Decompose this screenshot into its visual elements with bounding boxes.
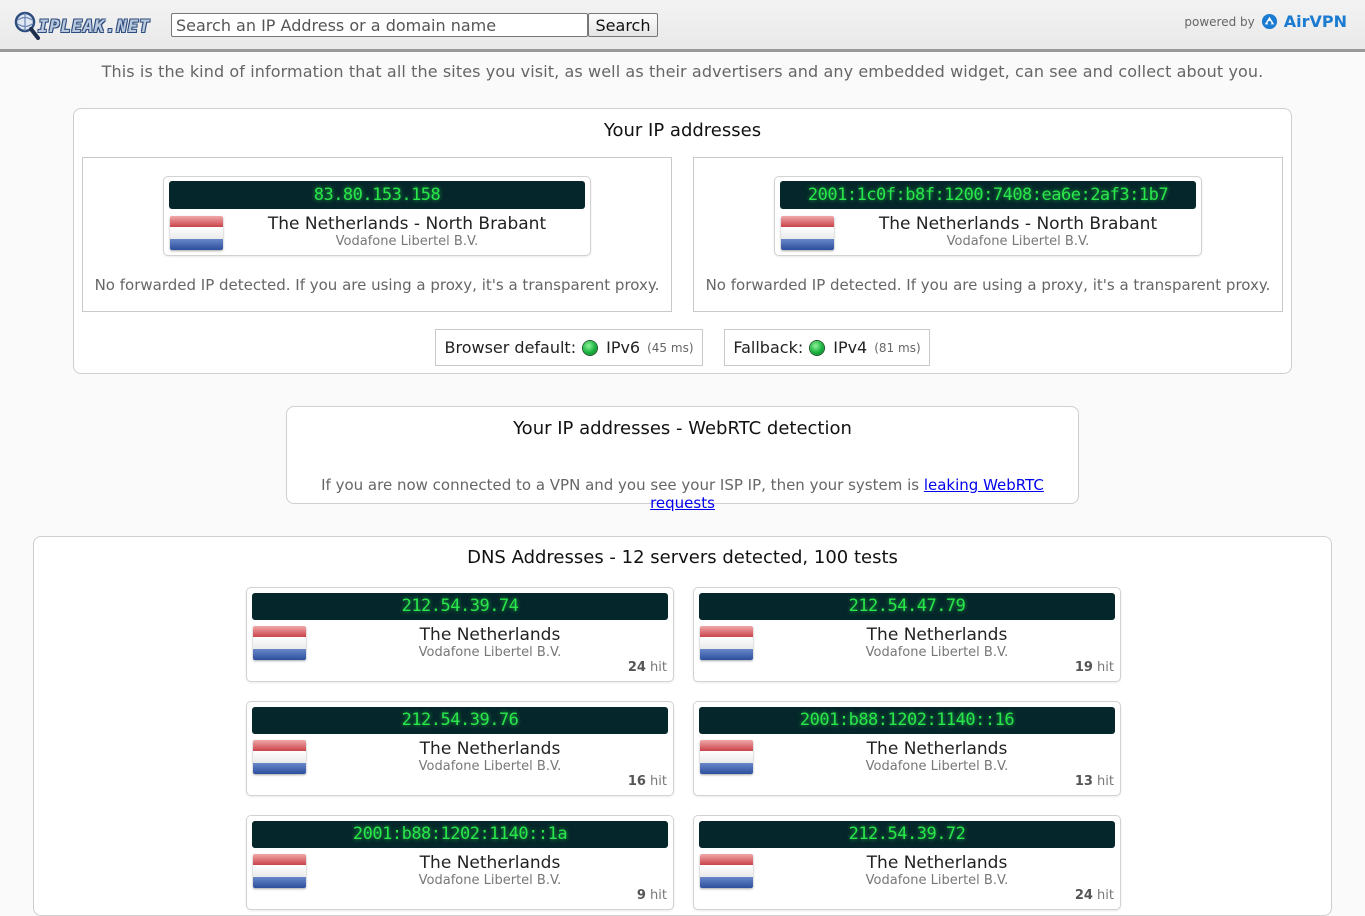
netherlands-flag-icon: [700, 740, 753, 774]
ipleak-logo[interactable]: IPLEAK.NET: [14, 11, 150, 41]
country-label: The Netherlands: [419, 739, 561, 759]
ip-addresses-panel: Your IP addresses 83.80.153.158 The Neth…: [73, 108, 1292, 374]
country-label: The Netherlands: [419, 625, 561, 645]
dns-server-card: 212.54.39.72 The Netherlands Vodafone Li…: [693, 815, 1121, 910]
country-label: The Netherlands: [419, 853, 561, 873]
ip-address[interactable]: 83.80.153.158: [169, 181, 585, 209]
dns-server-card: 212.54.47.79 The Netherlands Vodafone Li…: [693, 587, 1121, 682]
ip-address[interactable]: 2001:b88:1202:1140::16: [699, 707, 1115, 734]
isp-label: Vodafone Libertel B.V.: [335, 234, 479, 249]
hit-count: 16 hit: [628, 774, 667, 789]
isp-label: Vodafone Libertel B.V.: [418, 645, 562, 660]
ip-card: 2001:1c0f:b8f:1200:7408:ea6e:2af3:1b7 Th…: [774, 176, 1202, 256]
netherlands-flag-icon: [170, 216, 223, 250]
isp-label: Vodafone Libertel B.V.: [946, 234, 1090, 249]
ip-address[interactable]: 212.54.39.72: [699, 821, 1115, 848]
country-label: The Netherlands: [866, 625, 1008, 645]
isp-label: Vodafone Libertel B.V.: [865, 645, 1009, 660]
country-label: The Netherlands: [866, 739, 1008, 759]
webrtc-note-text: If you are now connected to a VPN and yo…: [321, 476, 924, 494]
netherlands-flag-icon: [700, 626, 753, 660]
webrtc-note: If you are now connected to a VPN and yo…: [287, 476, 1078, 512]
panel-title: DNS Addresses - 12 servers detected, 100…: [467, 547, 898, 568]
ipv6-box: 2001:1c0f:b8f:1200:7408:ea6e:2af3:1b7 Th…: [693, 157, 1283, 312]
fallback-protocol: IPv4: [833, 338, 868, 357]
powered-by-label: powered by: [1184, 14, 1255, 29]
browser-default-protocol: IPv6: [606, 338, 641, 357]
hit-number: 19: [1074, 660, 1093, 675]
dns-server-card: 2001:b88:1202:1140::1a The Netherlands V…: [246, 815, 674, 910]
ipv4-box: 83.80.153.158 The Netherlands - North Br…: [82, 157, 672, 312]
fallback-latency: (81 ms): [874, 340, 921, 355]
isp-label: Vodafone Libertel B.V.: [418, 759, 562, 774]
hit-number: 9: [636, 888, 646, 903]
hit-suffix: hit: [1097, 660, 1114, 675]
ip-card: 83.80.153.158 The Netherlands - North Br…: [163, 176, 591, 256]
hit-count: 13 hit: [1075, 774, 1114, 789]
country-label: The Netherlands: [866, 853, 1008, 873]
country-label: The Netherlands - North Brabant: [878, 214, 1158, 234]
hit-count: 9 hit: [637, 888, 667, 903]
dns-server-card: 212.54.39.74 The Netherlands Vodafone Li…: [246, 587, 674, 682]
powered-by-airvpn[interactable]: powered by AirVPN: [1184, 12, 1347, 31]
airvpn-name: AirVPN: [1283, 12, 1347, 31]
status-led-icon: [583, 340, 598, 355]
forwarded-note: No forwarded IP detected. If you are usi…: [705, 276, 1271, 294]
hit-number: 13: [1074, 774, 1093, 789]
airvpn-logo-icon: [1261, 13, 1277, 30]
isp-label: Vodafone Libertel B.V.: [865, 759, 1009, 774]
ip-address[interactable]: 212.54.39.76: [252, 707, 668, 734]
dns-server-card: 212.54.39.76 The Netherlands Vodafone Li…: [246, 701, 674, 796]
hit-number: 24: [1074, 888, 1093, 903]
ip-address[interactable]: 212.54.39.74: [252, 593, 668, 620]
ip-address[interactable]: 2001:b88:1202:1140::1a: [252, 821, 668, 848]
browser-default-box: Browser default: IPv6 (45 ms): [435, 329, 703, 366]
hit-suffix: hit: [1097, 774, 1114, 789]
hit-suffix: hit: [650, 660, 667, 675]
search-button[interactable]: Search: [588, 13, 658, 37]
hit-number: 24: [627, 660, 646, 675]
search-input[interactable]: [171, 13, 588, 37]
hit-suffix: hit: [650, 774, 667, 789]
browser-default-latency: (45 ms): [647, 340, 694, 355]
fallback-label: Fallback:: [733, 338, 804, 357]
intro-text: This is the kind of information that all…: [101, 62, 1264, 81]
status-led-icon: [810, 340, 825, 355]
netherlands-flag-icon: [781, 216, 834, 250]
hit-suffix: hit: [1097, 888, 1114, 903]
country-label: The Netherlands - North Brabant: [267, 214, 547, 234]
netherlands-flag-icon: [253, 740, 306, 774]
ip-address[interactable]: 212.54.47.79: [699, 593, 1115, 620]
ip-address[interactable]: 2001:1c0f:b8f:1200:7408:ea6e:2af3:1b7: [780, 181, 1196, 209]
hit-number: 16: [627, 774, 646, 789]
panel-title: Your IP addresses: [603, 120, 762, 141]
panel-title: Your IP addresses - WebRTC detection: [513, 418, 852, 439]
dns-panel: DNS Addresses - 12 servers detected, 100…: [33, 536, 1332, 916]
magnifier-globe-icon: [14, 11, 40, 40]
isp-label: Vodafone Libertel B.V.: [418, 873, 562, 888]
logo-text: IPLEAK.NET: [38, 17, 151, 37]
browser-default-label: Browser default:: [444, 338, 577, 357]
netherlands-flag-icon: [253, 854, 306, 888]
isp-label: Vodafone Libertel B.V.: [865, 873, 1009, 888]
netherlands-flag-icon: [700, 854, 753, 888]
webrtc-panel: Your IP addresses - WebRTC detection If …: [286, 406, 1079, 512]
hit-count: 24 hit: [628, 660, 667, 675]
fallback-box: Fallback: IPv4 (81 ms): [724, 329, 930, 366]
top-header: IPLEAK.NET Search powered by AirVPN: [0, 0, 1365, 52]
hit-suffix: hit: [650, 888, 667, 903]
dns-server-card: 2001:b88:1202:1140::16 The Netherlands V…: [693, 701, 1121, 796]
netherlands-flag-icon: [253, 626, 306, 660]
hit-count: 24 hit: [1075, 888, 1114, 903]
forwarded-note: No forwarded IP detected. If you are usi…: [94, 276, 660, 294]
hit-count: 19 hit: [1075, 660, 1114, 675]
